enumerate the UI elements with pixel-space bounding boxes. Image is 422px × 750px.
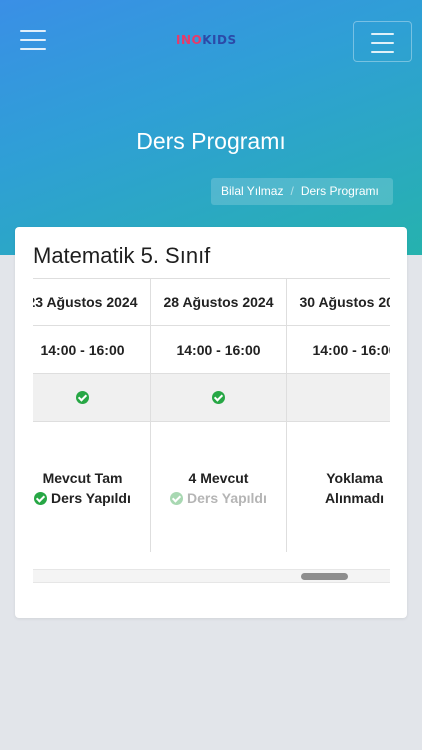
lesson-date: 23 Ağustos 2024: [33, 279, 150, 326]
status-line-2: Ders Yapıldı: [170, 488, 267, 508]
lesson-status: Mevcut Tam Ders Yapıldı: [33, 422, 150, 552]
attendance-check-cell[interactable]: [33, 374, 150, 422]
course-title: Matematik 5. Sınıf: [33, 243, 211, 268]
check-circle-icon: [34, 491, 48, 505]
schedule-columns: 23 Ağustos 2024 14:00 - 16:00 Mevcut Tam D…: [33, 279, 390, 552]
lesson-status: Yoklama Alınmadı: [287, 422, 390, 552]
lesson-date: 30 Ağustos 2024: [287, 279, 390, 326]
lesson-time: 14:00 - 16:00: [33, 326, 150, 374]
page-title: Ders Programı: [136, 128, 286, 154]
lesson-time: 14:00 - 16:00: [287, 326, 390, 374]
status-line-1: Yoklama: [326, 469, 383, 486]
schedule-column: 28 Ağustos 2024 14:00 - 16:00 4 Mevcut Der…: [151, 279, 287, 552]
schedule-column: 30 Ağustos 202414:00 - 16:00 Yoklama Alınm…: [287, 279, 390, 552]
breadcrumb-item-current: Ders Programı: [300, 184, 379, 198]
lesson-status: 4 Mevcut Ders Yapıldı: [151, 422, 286, 552]
breadcrumb-separator: /: [290, 184, 294, 198]
menu-toggle-button[interactable]: [353, 21, 412, 62]
status-line-1: 4 Mevcut: [188, 469, 249, 486]
scrollbar-thumb[interactable]: [301, 573, 348, 580]
check-circle-icon: [76, 391, 89, 404]
attendance-check-cell[interactable]: [287, 374, 390, 422]
check-circle-icon: [170, 491, 184, 505]
status-line-1: Mevcut Tam: [42, 469, 123, 486]
check-circle-icon: [212, 391, 225, 404]
lesson-date: 28 Ağustos 2024: [151, 279, 286, 326]
breadcrumb-item-user[interactable]: Bilal Yılmaz: [221, 184, 283, 198]
schedule-card: Matematik 5. Sınıf 23 Ağustos 2024 14:00 …: [15, 227, 407, 618]
status-line-2: Alınmadı: [324, 489, 385, 506]
horizontal-scrollbar[interactable]: [33, 569, 390, 583]
schedule-column: 23 Ağustos 2024 14:00 - 16:00 Mevcut Tam D…: [33, 279, 151, 552]
header-banner: INOKIDS Ders Programı Bilal Yılmaz / Ders …: [0, 0, 422, 255]
schedule-table[interactable]: 23 Ağustos 2024 14:00 - 16:00 Mevcut Tam D…: [33, 278, 390, 552]
hamburger-menu-icon[interactable]: [20, 30, 46, 52]
attendance-check-cell[interactable]: [151, 374, 286, 422]
lesson-time: 14:00 - 16:00: [151, 326, 286, 374]
brand-logo[interactable]: INOKIDS: [176, 33, 246, 53]
breadcrumb: Bilal Yılmaz / Ders Programı: [211, 178, 393, 205]
status-line-2: Ders Yapıldı: [34, 488, 131, 508]
